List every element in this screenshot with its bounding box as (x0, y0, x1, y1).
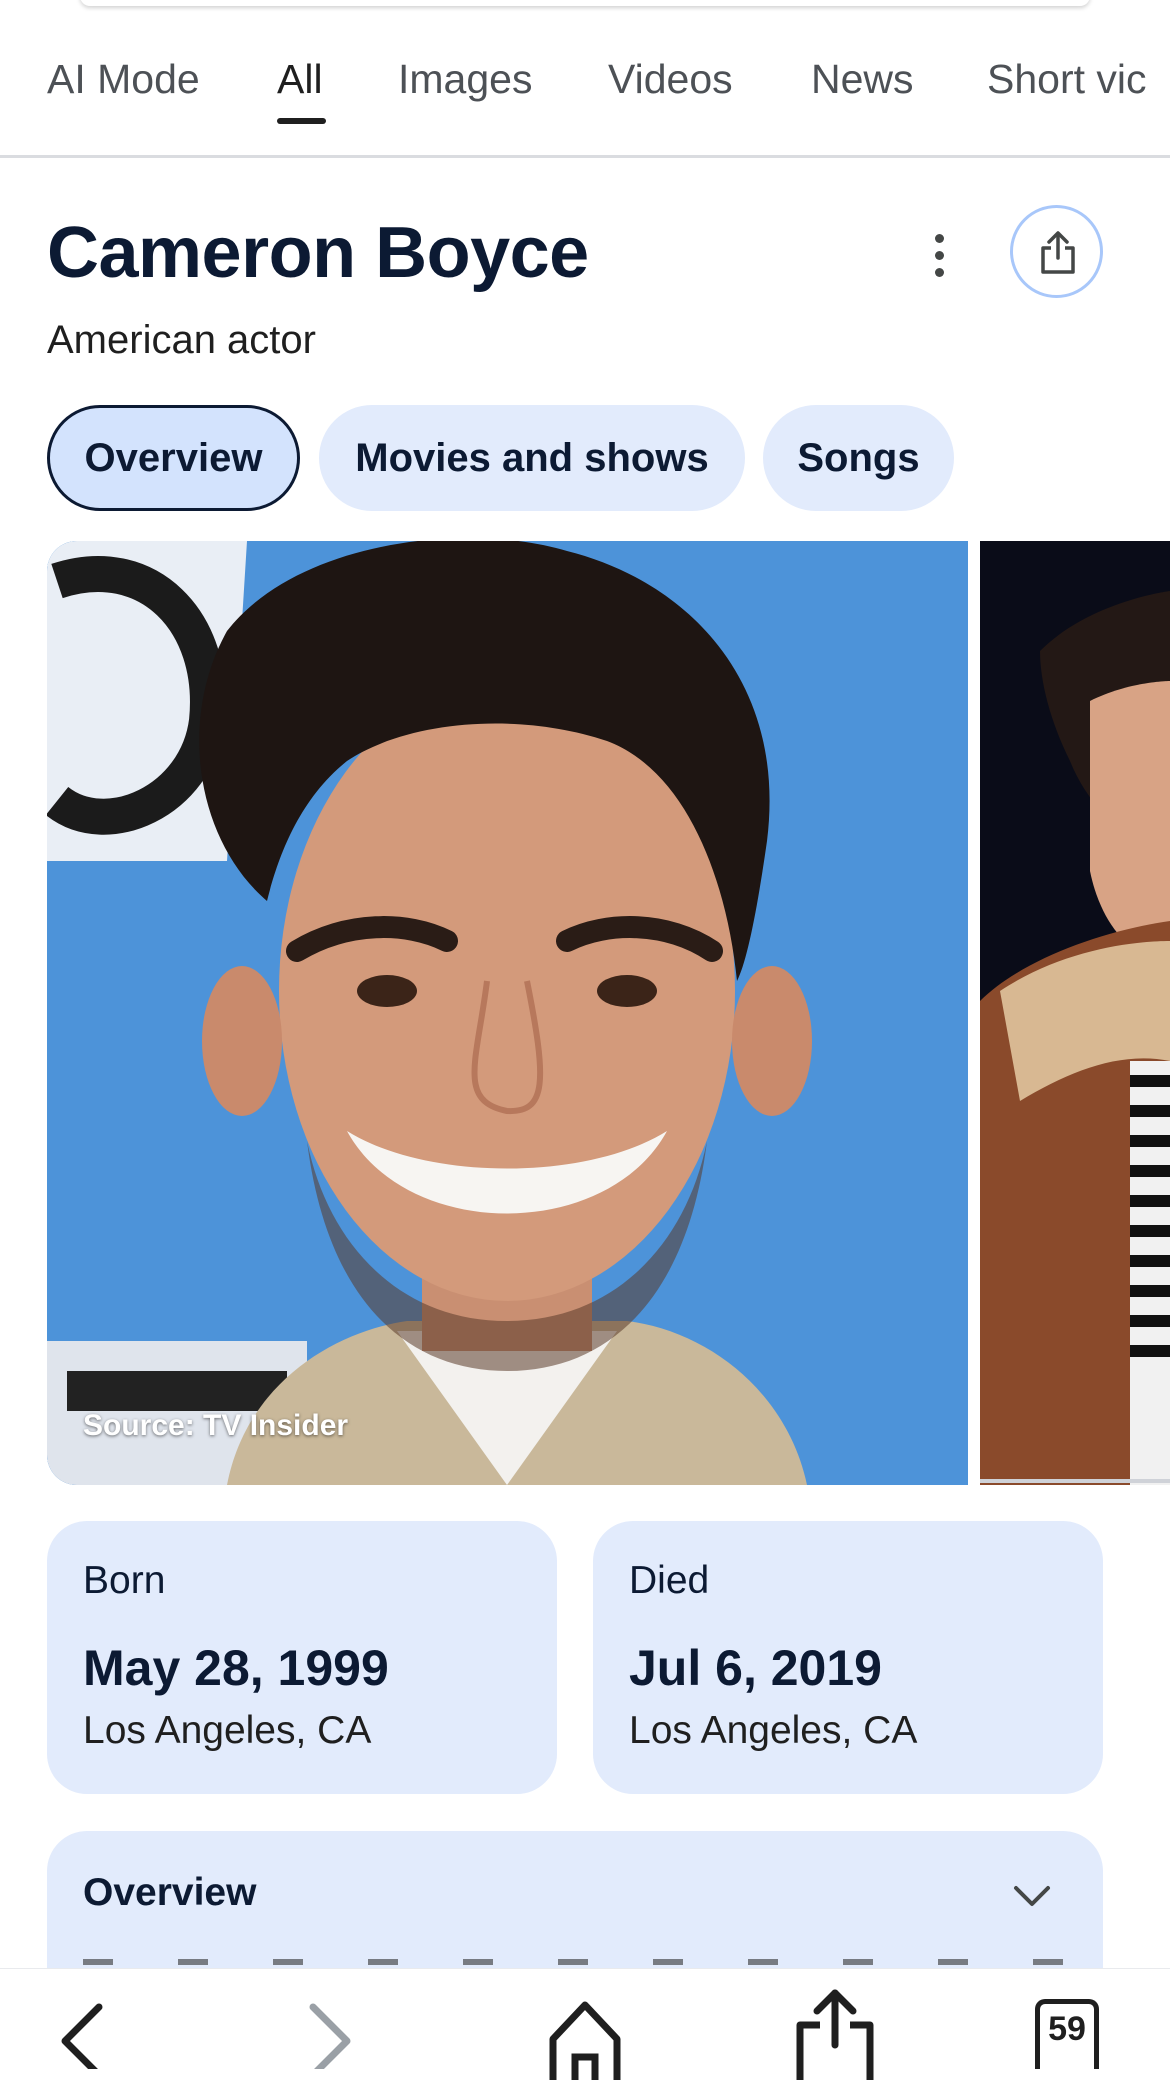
entity-title: Cameron Boyce (47, 213, 589, 293)
born-place: Los Angeles, CA (83, 1709, 372, 1752)
died-place: Los Angeles, CA (629, 1709, 918, 1752)
born-label: Born (83, 1559, 166, 1602)
more-vert-icon[interactable] (918, 226, 962, 286)
tab-count: 59 (1048, 2010, 1086, 2048)
portrait-image (47, 541, 968, 1485)
died-card[interactable]: Died Jul 6, 2019 Los Angeles, CA (593, 1521, 1103, 1794)
tab-news[interactable]: News (811, 56, 914, 103)
born-date: May 28, 1999 (83, 1640, 389, 1696)
died-date: Jul 6, 2019 (629, 1640, 882, 1696)
chip-movies-and-shows[interactable]: Movies and shows (319, 405, 745, 511)
tabs-icon[interactable]: 59 (1035, 1999, 1099, 2069)
share-icon (1041, 231, 1075, 274)
died-label: Died (629, 1559, 710, 1602)
tab-videos[interactable]: Videos (608, 56, 733, 103)
browser-bottom-bar: 59 (0, 1968, 1170, 2080)
tab-all[interactable]: All (277, 56, 323, 103)
share-button[interactable] (1010, 205, 1103, 298)
overview-title: Overview (83, 1871, 257, 1914)
chip-overview[interactable]: Overview (47, 405, 300, 511)
photo-source-caption: Source: TV Insider (83, 1409, 349, 1442)
overview-text-preview (83, 1959, 1063, 1965)
tab-images[interactable]: Images (398, 56, 532, 103)
tab-short-videos[interactable]: Short vic (987, 56, 1147, 103)
entity-photo-second[interactable] (980, 541, 1170, 1485)
home-icon[interactable] (545, 1995, 625, 2080)
tab-ai-mode[interactable]: AI Mode (47, 56, 200, 103)
entity-subtitle: American actor (47, 318, 316, 362)
share-icon[interactable] (790, 1987, 880, 2080)
born-card[interactable]: Born May 28, 1999 Los Angeles, CA (47, 1521, 557, 1794)
portrait-image-second (980, 541, 1170, 1485)
search-tabs: AI Mode All Images Videos News Short vic (0, 0, 1170, 158)
active-tab-indicator (277, 118, 326, 124)
entity-photo-main[interactable]: Source: TV Insider (47, 541, 968, 1485)
chevron-down-icon[interactable] (1012, 1883, 1052, 1909)
back-arrow-icon[interactable] (55, 1999, 107, 2069)
chip-songs[interactable]: Songs (763, 405, 954, 511)
forward-arrow-icon[interactable] (305, 1999, 357, 2069)
